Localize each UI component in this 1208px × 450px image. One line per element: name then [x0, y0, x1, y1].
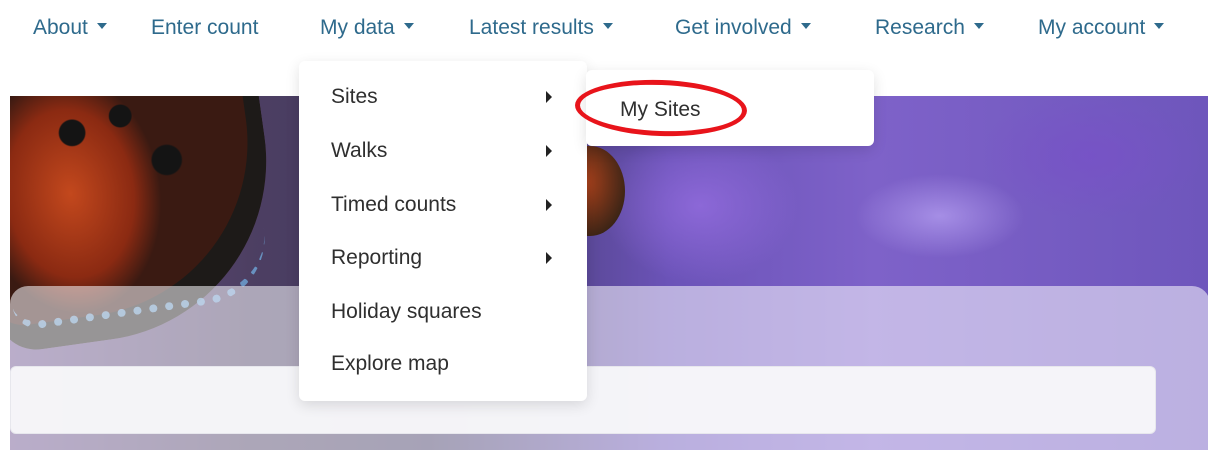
- chevron-right-icon: [546, 252, 552, 264]
- nav-enter-count[interactable]: Enter count: [151, 14, 258, 42]
- caret-down-icon: [602, 23, 613, 30]
- caret-down-icon: [973, 23, 984, 30]
- menu-item-explore-map-label: Explore map: [331, 352, 449, 375]
- nav-my-account-label: My account: [1038, 16, 1146, 39]
- nav-research-label: Research: [875, 16, 965, 39]
- menu-item-reporting[interactable]: Reporting: [331, 238, 422, 278]
- menu-item-explore-map[interactable]: Explore map: [331, 344, 449, 384]
- caret-down-icon: [1154, 23, 1165, 30]
- nav-about[interactable]: About: [33, 14, 107, 42]
- menu-item-reporting-label: Reporting: [331, 246, 423, 269]
- top-navigation: About Enter count My data Latest results…: [0, 0, 1208, 56]
- nav-enter-count-label: Enter count: [151, 16, 259, 39]
- hero-banner: [10, 96, 1208, 450]
- menu-item-walks-label: Walks: [331, 139, 388, 162]
- sites-submenu: My Sites: [586, 70, 874, 146]
- menu-item-timed-counts-label: Timed counts: [331, 193, 457, 216]
- menu-item-timed-counts[interactable]: Timed counts: [331, 185, 456, 225]
- menu-item-sites-label: Sites: [331, 85, 378, 108]
- my-data-dropdown: Sites Walks Timed counts Reporting Holid…: [299, 61, 587, 401]
- nav-latest-results[interactable]: Latest results: [469, 14, 613, 42]
- caret-down-icon: [403, 23, 414, 30]
- nav-my-data[interactable]: My data: [320, 14, 414, 42]
- menu-item-sites[interactable]: Sites: [331, 77, 378, 117]
- nav-get-involved[interactable]: Get involved: [675, 14, 811, 42]
- menu-item-holiday-squares[interactable]: Holiday squares: [331, 292, 482, 332]
- caret-down-icon: [800, 23, 811, 30]
- nav-latest-results-label: Latest results: [469, 16, 594, 39]
- caret-down-icon: [96, 23, 107, 30]
- submenu-item-my-sites[interactable]: My Sites: [620, 92, 701, 128]
- nav-about-label: About: [33, 16, 88, 39]
- chevron-right-icon: [546, 91, 552, 103]
- nav-research[interactable]: Research: [875, 14, 984, 42]
- chevron-right-icon: [546, 145, 552, 157]
- submenu-item-my-sites-label: My Sites: [620, 98, 701, 121]
- nav-my-account[interactable]: My account: [1038, 14, 1165, 42]
- chevron-right-icon: [546, 199, 552, 211]
- menu-item-holiday-squares-label: Holiday squares: [331, 300, 482, 323]
- menu-item-walks[interactable]: Walks: [331, 131, 387, 171]
- nav-my-data-label: My data: [320, 16, 395, 39]
- nav-get-involved-label: Get involved: [675, 16, 792, 39]
